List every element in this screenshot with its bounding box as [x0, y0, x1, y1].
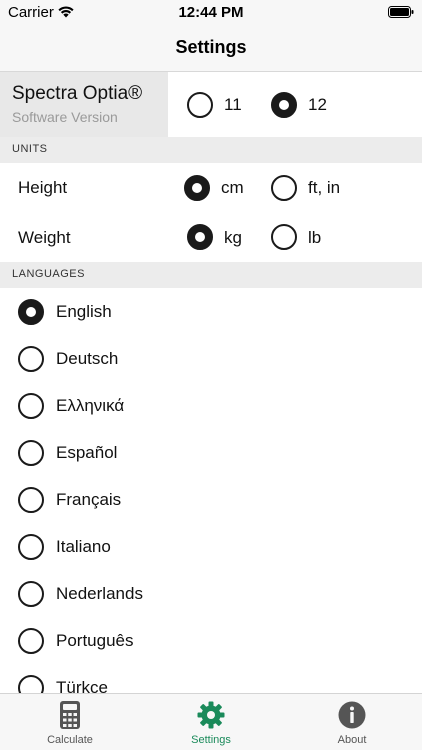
- language-radio[interactable]: [18, 299, 44, 325]
- language-radio[interactable]: [18, 675, 44, 693]
- language-item-deutsch[interactable]: Deutsch: [0, 335, 422, 382]
- calculator-icon: [60, 701, 80, 729]
- tab-calculate[interactable]: Calculate: [0, 694, 140, 750]
- page-title: Settings: [175, 37, 247, 57]
- tab-settings[interactable]: Settings: [141, 694, 281, 750]
- units-section-header: UNITS: [0, 137, 422, 163]
- weight-kg-label[interactable]: kg: [224, 228, 242, 248]
- version-11-label[interactable]: 11: [224, 95, 242, 115]
- version-12-radio[interactable]: [271, 92, 297, 118]
- language-item-turkce[interactable]: Türkçe: [0, 664, 422, 693]
- language-item-portugues[interactable]: Português: [0, 617, 422, 664]
- software-version-label: Software Version: [12, 109, 118, 125]
- height-ft-in-label[interactable]: ft, in: [308, 178, 340, 198]
- language-radio[interactable]: [18, 440, 44, 466]
- language-radio[interactable]: [18, 346, 44, 372]
- weight-kg-radio[interactable]: [187, 224, 213, 250]
- language-item-espanol[interactable]: Español: [0, 429, 422, 476]
- gear-icon: [197, 701, 225, 729]
- units-header-label: UNITS: [12, 143, 48, 155]
- language-item-italiano[interactable]: Italiano: [0, 523, 422, 570]
- language-item-greek[interactable]: Ελληνικά: [0, 382, 422, 429]
- height-label: Height: [18, 178, 68, 197]
- product-info: Spectra Optia® Software Version: [0, 72, 168, 137]
- languages-header-label: LANGUAGES: [12, 268, 85, 280]
- language-radio[interactable]: [18, 487, 44, 513]
- language-label: Türkçe: [56, 678, 108, 693]
- height-cm-label[interactable]: cm: [221, 178, 244, 198]
- language-radio[interactable]: [18, 393, 44, 419]
- version-11-radio[interactable]: [187, 92, 213, 118]
- language-label: Français: [56, 490, 122, 509]
- product-name: Spectra Optia®: [12, 83, 143, 104]
- tab-about[interactable]: About: [282, 694, 422, 750]
- info-icon: [338, 701, 366, 729]
- weight-lb-radio[interactable]: [271, 224, 297, 250]
- language-label: Ελληνικά: [56, 396, 125, 415]
- language-label: Español: [56, 443, 118, 462]
- tab-settings-label: Settings: [191, 734, 231, 746]
- tab-bar: Calculate Settings About: [0, 693, 422, 750]
- language-label: Nederlands: [56, 584, 143, 603]
- weight-label: Weight: [18, 228, 71, 247]
- language-radio[interactable]: [18, 628, 44, 654]
- status-time: 12:44 PM: [178, 4, 244, 21]
- tab-calculate-label: Calculate: [47, 734, 93, 746]
- status-bar: Carrier 12:44 PM: [0, 0, 422, 26]
- language-list[interactable]: English Deutsch Ελληνικά Español Françai…: [0, 288, 422, 693]
- battery-icon: [388, 6, 414, 18]
- language-item-francais[interactable]: Français: [0, 476, 422, 523]
- language-item-english[interactable]: English: [0, 288, 422, 335]
- version-12-label[interactable]: 12: [308, 95, 327, 115]
- navigation-bar: Settings: [0, 26, 422, 72]
- language-radio[interactable]: [18, 581, 44, 607]
- languages-section-header: LANGUAGES: [0, 262, 422, 288]
- language-label: Deutsch: [56, 349, 119, 368]
- height-ft-in-radio[interactable]: [271, 175, 297, 201]
- tab-about-label: About: [337, 734, 367, 746]
- language-item-nederlands[interactable]: Nederlands: [0, 570, 422, 617]
- language-radio[interactable]: [18, 534, 44, 560]
- weight-lb-label[interactable]: lb: [308, 228, 321, 248]
- language-label: English: [56, 302, 112, 321]
- software-version-row: Spectra Optia® Software Version 11 12: [0, 72, 422, 137]
- language-label: Italiano: [56, 537, 111, 556]
- height-cm-radio[interactable]: [184, 175, 210, 201]
- language-label: Português: [56, 631, 134, 650]
